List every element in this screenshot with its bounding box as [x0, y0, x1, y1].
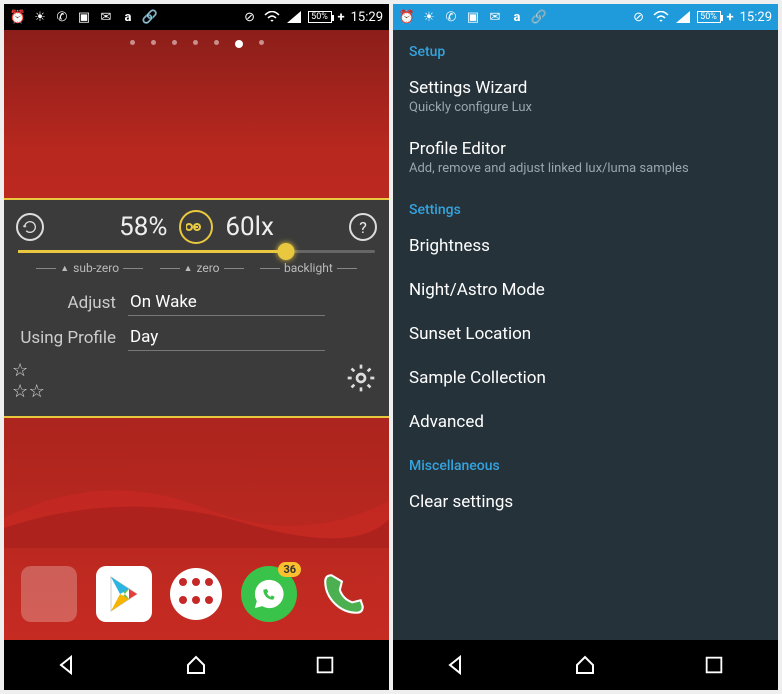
mail-icon: ✉ [98, 9, 114, 25]
whatsapp-badge: 36 [278, 562, 301, 577]
item-brightness[interactable]: Brightness [393, 224, 778, 268]
wifi-icon [653, 9, 669, 25]
item-sample-collection[interactable]: Sample Collection [393, 356, 778, 400]
screenshot-icon: ▣ [465, 9, 481, 25]
link-icon: 🔗 [531, 9, 547, 25]
adjust-dropdown[interactable]: On Wake [128, 289, 325, 316]
amazon-icon: a [509, 9, 525, 25]
section-settings: Settings [393, 188, 778, 224]
back-button[interactable] [54, 651, 82, 679]
blocked-icon: ⊘ [242, 9, 258, 25]
wifi-icon [264, 9, 280, 25]
item-night-astro[interactable]: Night/Astro Mode [393, 268, 778, 312]
app-drawer-icon[interactable] [170, 568, 222, 620]
item-profile-editor[interactable]: Profile Editor Add, remove and adjust li… [393, 127, 778, 188]
link-icon: 🔗 [142, 9, 158, 25]
help-icon[interactable]: ? [349, 213, 377, 241]
play-store-icon[interactable] [96, 566, 152, 622]
battery-charging-icon: + [338, 10, 345, 25]
home-button[interactable] [182, 651, 210, 679]
wallpaper-wave [4, 468, 389, 548]
pager-indicator[interactable] [4, 30, 389, 58]
status-time: 15:29 [351, 10, 383, 25]
battery-charging-icon: + [727, 10, 734, 25]
adjust-label: Adjust [16, 293, 116, 313]
google-folder[interactable] [21, 566, 77, 622]
battery-icon: 50% [697, 11, 721, 23]
alarm-icon: ⏰ [399, 9, 415, 25]
back-button[interactable] [443, 651, 471, 679]
item-sunset-location[interactable]: Sunset Location [393, 312, 778, 356]
item-settings-wizard[interactable]: Settings Wizard Quickly configure Lux [393, 66, 778, 127]
lux-widget: 58% 60lx ? ▲sub-zero ▲zero backlight [4, 198, 389, 418]
brightness-slider[interactable] [18, 250, 375, 253]
nav-bar [393, 640, 778, 690]
slider-labels: ▲sub-zero ▲zero backlight [18, 261, 375, 275]
profile-label: Using Profile [16, 328, 116, 348]
recent-button[interactable] [311, 651, 339, 679]
status-time: 15:29 [740, 10, 772, 25]
whatsapp-icon: ✆ [443, 9, 459, 25]
profile-dropdown[interactable]: Day [128, 324, 325, 351]
stars-icon[interactable]: ☆☆ ☆ [12, 360, 43, 402]
home-screen[interactable]: 58% 60lx ? ▲sub-zero ▲zero backlight [4, 30, 389, 640]
item-advanced[interactable]: Advanced [393, 400, 778, 444]
section-misc: Miscellaneous [393, 444, 778, 480]
brightness-icon: ☀ [421, 9, 437, 25]
link-toggle-icon[interactable] [179, 210, 213, 244]
dock: 36 [4, 556, 389, 632]
whatsapp-app-icon[interactable]: 36 [241, 566, 297, 622]
blocked-icon: ⊘ [631, 9, 647, 25]
home-button[interactable] [571, 651, 599, 679]
amazon-icon: a [120, 9, 136, 25]
status-bar: ⏰ ☀ ✆ ▣ ✉ a 🔗 ⊘ 50% + 15:29 [4, 4, 389, 30]
item-clear-settings[interactable]: Clear settings [393, 480, 778, 524]
lux-value: 60lx [225, 212, 273, 242]
status-bar: ⏰ ☀ ✆ ▣ ✉ a 🔗 ⊘ 50% + 15:29 [393, 4, 778, 30]
recent-button[interactable] [700, 651, 728, 679]
refresh-icon[interactable] [16, 213, 44, 241]
whatsapp-icon: ✆ [54, 9, 70, 25]
screenshot-icon: ▣ [76, 9, 92, 25]
brightness-value: 58% [119, 212, 167, 242]
right-screenshot: ⏰ ☀ ✆ ▣ ✉ a 🔗 ⊘ 50% + 15:29 Setup Settin… [393, 4, 778, 690]
left-screenshot: ⏰ ☀ ✆ ▣ ✉ a 🔗 ⊘ 50% + 15:29 58% [4, 4, 389, 690]
signal-icon [675, 9, 691, 25]
lux-settings-screen[interactable]: Setup Settings Wizard Quickly configure … [393, 30, 778, 640]
signal-icon [286, 9, 302, 25]
gear-icon[interactable] [345, 362, 377, 398]
mail-icon: ✉ [487, 9, 503, 25]
nav-bar [4, 640, 389, 690]
alarm-icon: ⏰ [10, 9, 26, 25]
section-setup: Setup [393, 30, 778, 66]
battery-icon: 50% [308, 11, 332, 23]
phone-app-icon[interactable] [316, 566, 372, 622]
brightness-icon: ☀ [32, 9, 48, 25]
